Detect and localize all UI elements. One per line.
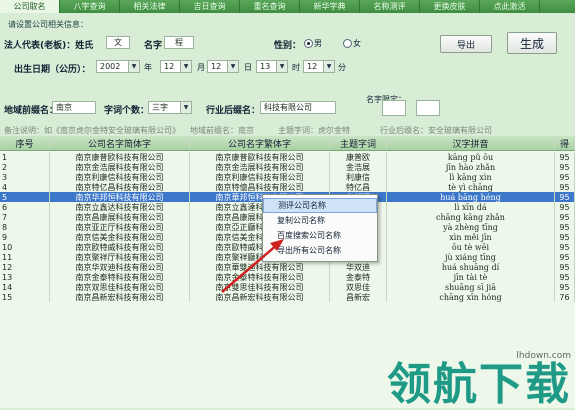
watermark: lhdown.com 领航下载 bbox=[387, 351, 571, 408]
watermark-text: 领航下载 bbox=[387, 359, 571, 410]
annotation-arrow-icon bbox=[221, 239, 284, 293]
